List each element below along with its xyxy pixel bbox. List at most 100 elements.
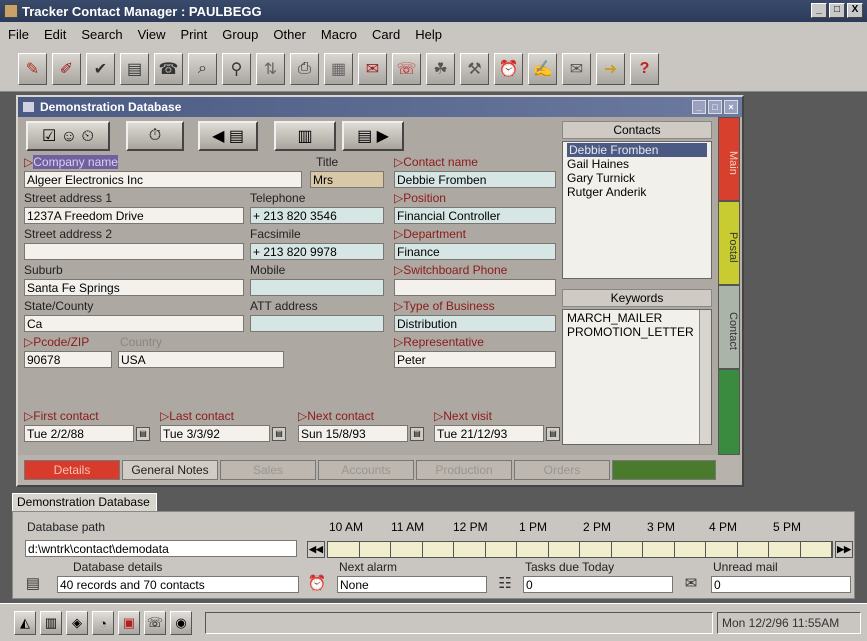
- status-database-tab[interactable]: Demonstration Database: [12, 493, 157, 511]
- edit-icon[interactable]: ✐: [52, 52, 81, 85]
- telephone-field[interactable]: + 213 820 3546: [250, 207, 384, 224]
- menu-print[interactable]: Print: [181, 27, 208, 42]
- pie-icon[interactable]: ◔: [92, 611, 114, 635]
- child-maximize-button[interactable]: □: [708, 100, 722, 114]
- help-icon[interactable]: ?: [630, 52, 659, 85]
- menu-search[interactable]: Search: [81, 27, 122, 42]
- country-field[interactable]: USA: [118, 351, 284, 368]
- department-field[interactable]: Finance: [394, 243, 556, 260]
- calendar-icon[interactable]: ▤: [272, 427, 286, 441]
- menu-file[interactable]: File: [8, 27, 29, 42]
- tab-general-notes[interactable]: General Notes: [122, 460, 218, 480]
- list-item[interactable]: Rutger Anderik: [567, 185, 707, 199]
- mobile-field[interactable]: [250, 279, 384, 296]
- print-icon[interactable]: ⎙: [290, 52, 319, 85]
- keywords-scrollbar[interactable]: [699, 310, 711, 444]
- close-button[interactable]: X: [847, 3, 863, 18]
- keywords-list[interactable]: MARCH_MAILER PROMOTION_LETTER: [562, 309, 712, 445]
- next-visit-field[interactable]: Tue 21/12/93: [434, 425, 544, 442]
- tab-sales[interactable]: Sales: [220, 460, 316, 480]
- street2-field[interactable]: [24, 243, 244, 260]
- menu-card[interactable]: Card: [372, 27, 400, 42]
- timeline-bar[interactable]: [327, 541, 833, 558]
- menu-help[interactable]: Help: [415, 27, 442, 42]
- tab-accounts[interactable]: Accounts: [318, 460, 414, 480]
- representative-field[interactable]: Peter: [394, 351, 556, 368]
- window-menu-icon[interactable]: [23, 102, 34, 112]
- child-close-button[interactable]: ×: [724, 100, 738, 114]
- group-icon[interactable]: ☘: [426, 52, 455, 85]
- calendar-icon[interactable]: ▤: [546, 427, 560, 441]
- status-panel: Database path d:\wntrk\contact\demodata …: [12, 511, 855, 599]
- open-icon[interactable]: ✎: [18, 52, 47, 85]
- menu-view[interactable]: View: [138, 27, 166, 42]
- next-contact-field[interactable]: Sun 15/8/93: [298, 425, 408, 442]
- check-smile-button[interactable]: ☑ ☺ ⏲: [26, 121, 110, 151]
- alarm-icon[interactable]: ⏰: [494, 52, 523, 85]
- att-field[interactable]: [250, 315, 384, 332]
- calendar-icon[interactable]: ▤: [136, 427, 150, 441]
- dial-icon[interactable]: ☏: [392, 52, 421, 85]
- tab-postal[interactable]: Postal: [718, 201, 740, 285]
- tab-details[interactable]: Details: [24, 460, 120, 480]
- notes-icon[interactable]: ✍: [528, 52, 557, 85]
- timeline-forward-button[interactable]: ▶▶: [835, 541, 853, 558]
- calculator-icon[interactable]: ▣: [118, 611, 140, 635]
- phone-book-icon[interactable]: ☏: [144, 611, 166, 635]
- next-card-button[interactable]: ▤ ▶: [342, 121, 404, 151]
- address-icon[interactable]: ✉: [358, 52, 387, 85]
- calendar-icon[interactable]: ▤: [410, 427, 424, 441]
- db-path-field[interactable]: d:\wntrk\contact\demodata: [25, 540, 297, 557]
- list-item[interactable]: Gail Haines: [567, 157, 707, 171]
- sort-icon[interactable]: ⇅: [256, 52, 285, 85]
- menu-macro[interactable]: Macro: [321, 27, 357, 42]
- tab-production[interactable]: Production: [416, 460, 512, 480]
- find-icon[interactable]: ⚲: [222, 52, 251, 85]
- triangle-tool-icon[interactable]: ◭: [14, 611, 36, 635]
- previous-card-button[interactable]: ◀ ▤: [198, 121, 258, 151]
- export-icon[interactable]: ➜: [596, 52, 625, 85]
- menu-group[interactable]: Group: [222, 27, 258, 42]
- list-item[interactable]: PROMOTION_LETTER: [567, 325, 707, 339]
- child-minimize-button[interactable]: _: [692, 100, 706, 114]
- list-item[interactable]: MARCH_MAILER: [567, 311, 707, 325]
- stamp-icon[interactable]: ◈: [66, 611, 88, 635]
- minimize-button[interactable]: _: [811, 3, 827, 18]
- contacts-list[interactable]: Debbie Fromben Gail Haines Gary Turnick …: [562, 141, 712, 279]
- suburb-field[interactable]: Santa Fe Springs: [24, 279, 244, 296]
- tab-main[interactable]: Main: [718, 117, 740, 201]
- tools-icon[interactable]: ⚒: [460, 52, 489, 85]
- mail-icon[interactable]: ✉: [562, 52, 591, 85]
- search-icon[interactable]: ⌕: [188, 52, 217, 85]
- chart-icon[interactable]: ▥: [40, 611, 62, 635]
- tab-extra[interactable]: [718, 369, 740, 455]
- menu-other[interactable]: Other: [273, 27, 306, 42]
- state-field[interactable]: Ca: [24, 315, 244, 332]
- business-type-field[interactable]: Distribution: [394, 315, 556, 332]
- menu-edit[interactable]: Edit: [44, 27, 66, 42]
- first-contact-field[interactable]: Tue 2/2/88: [24, 425, 134, 442]
- tab-orders[interactable]: Orders: [514, 460, 610, 480]
- maximize-button[interactable]: □: [829, 3, 845, 18]
- position-field[interactable]: Financial Controller: [394, 207, 556, 224]
- switchboard-field[interactable]: [394, 279, 556, 296]
- dial-icon[interactable]: ◉: [170, 611, 192, 635]
- tab-contact[interactable]: Contact: [718, 285, 740, 369]
- phone-icon[interactable]: ☎: [154, 52, 183, 85]
- report-icon[interactable]: ▦: [324, 52, 353, 85]
- tab-more[interactable]: [612, 460, 716, 480]
- title-field[interactable]: Mrs: [310, 171, 384, 188]
- company-name-field[interactable]: Algeer Electronics Inc: [24, 171, 302, 188]
- card-icon[interactable]: ▤: [120, 52, 149, 85]
- list-item[interactable]: Gary Turnick: [567, 171, 707, 185]
- last-contact-field[interactable]: Tue 3/3/92: [160, 425, 270, 442]
- zip-field[interactable]: 90678: [24, 351, 112, 368]
- card-view-button[interactable]: ▥: [274, 121, 336, 151]
- contact-name-field[interactable]: Debbie Fromben: [394, 171, 556, 188]
- stopwatch-button[interactable]: ⏱: [126, 121, 184, 151]
- street1-field[interactable]: 1237A Freedom Drive: [24, 207, 244, 224]
- check-icon[interactable]: ✔: [86, 52, 115, 85]
- timeline-back-button[interactable]: ◀◀: [307, 541, 325, 558]
- list-item[interactable]: Debbie Fromben: [567, 143, 707, 157]
- fax-field[interactable]: + 213 820 9978: [250, 243, 384, 260]
